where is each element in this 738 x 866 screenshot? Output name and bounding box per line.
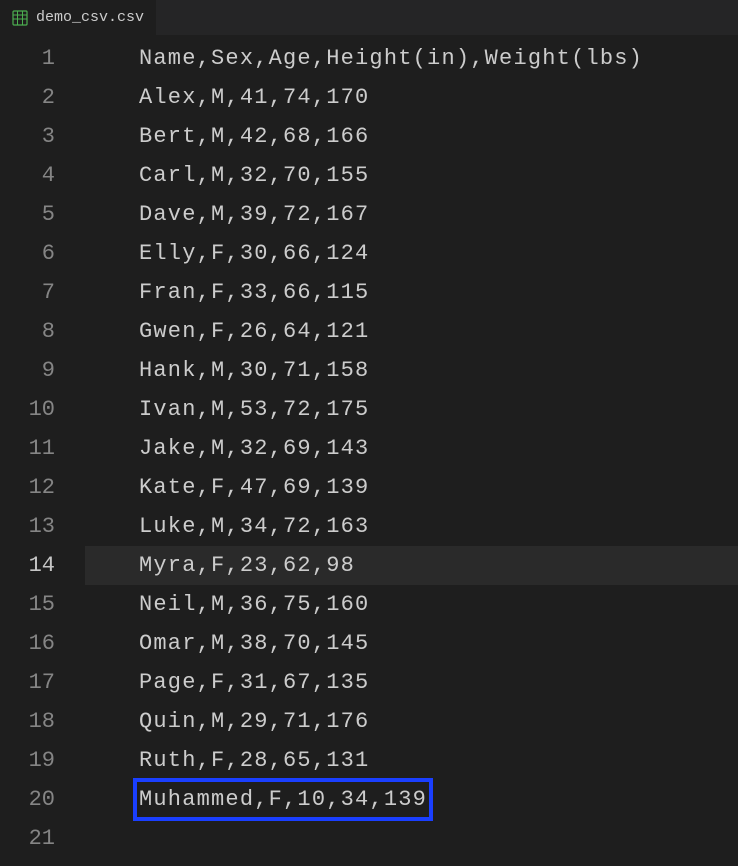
line-number: 11 <box>0 429 55 468</box>
code-line[interactable]: Alex,M,41,74,170 <box>85 78 738 117</box>
line-number: 9 <box>0 351 55 390</box>
line-number: 17 <box>0 663 55 702</box>
editor-area[interactable]: 123456789101112131415161718192021 Name,S… <box>0 35 738 866</box>
line-number: 15 <box>0 585 55 624</box>
line-number: 19 <box>0 741 55 780</box>
code-line[interactable]: Quin,M,29,71,176 <box>85 702 738 741</box>
code-line[interactable]: Gwen,F,26,64,121 <box>85 312 738 351</box>
file-tab[interactable]: demo_csv.csv <box>0 0 156 35</box>
code-line[interactable]: Myra,F,23,62,98 <box>85 546 738 585</box>
line-number: 21 <box>0 819 55 858</box>
tab-filename: demo_csv.csv <box>36 9 144 26</box>
code-line[interactable]: Kate,F,47,69,139 <box>85 468 738 507</box>
code-line[interactable]: Name,Sex,Age,Height(in),Weight(lbs) <box>85 39 738 78</box>
code-line[interactable]: Ruth,F,28,65,131 <box>85 741 738 780</box>
line-number: 5 <box>0 195 55 234</box>
line-number: 16 <box>0 624 55 663</box>
line-number: 6 <box>0 234 55 273</box>
line-number: 12 <box>0 468 55 507</box>
line-number: 10 <box>0 390 55 429</box>
csv-file-icon <box>12 10 28 26</box>
code-line[interactable]: Hank,M,30,71,158 <box>85 351 738 390</box>
code-line[interactable]: Dave,M,39,72,167 <box>85 195 738 234</box>
code-line[interactable]: Carl,M,32,70,155 <box>85 156 738 195</box>
line-number: 14 <box>0 546 55 585</box>
code-content-area[interactable]: Name,Sex,Age,Height(in),Weight(lbs)Alex,… <box>85 39 738 866</box>
line-number: 2 <box>0 78 55 117</box>
line-number: 4 <box>0 156 55 195</box>
code-line[interactable]: Page,F,31,67,135 <box>85 663 738 702</box>
tab-bar: demo_csv.csv <box>0 0 738 35</box>
code-line[interactable]: Bert,M,42,68,166 <box>85 117 738 156</box>
line-number: 18 <box>0 702 55 741</box>
code-line[interactable]: Luke,M,34,72,163 <box>85 507 738 546</box>
code-line[interactable]: Ivan,M,53,72,175 <box>85 390 738 429</box>
line-number: 3 <box>0 117 55 156</box>
line-number-gutter: 123456789101112131415161718192021 <box>0 39 85 866</box>
line-number: 1 <box>0 39 55 78</box>
code-line[interactable]: Fran,F,33,66,115 <box>85 273 738 312</box>
code-line[interactable]: Muhammed,F,10,34,139 <box>85 780 738 819</box>
code-line[interactable]: Omar,M,38,70,145 <box>85 624 738 663</box>
line-number: 20 <box>0 780 55 819</box>
code-line[interactable]: Elly,F,30,66,124 <box>85 234 738 273</box>
code-line[interactable]: Neil,M,36,75,160 <box>85 585 738 624</box>
code-line[interactable] <box>85 819 738 858</box>
line-number: 8 <box>0 312 55 351</box>
code-line[interactable]: Jake,M,32,69,143 <box>85 429 738 468</box>
line-number: 7 <box>0 273 55 312</box>
line-number: 13 <box>0 507 55 546</box>
